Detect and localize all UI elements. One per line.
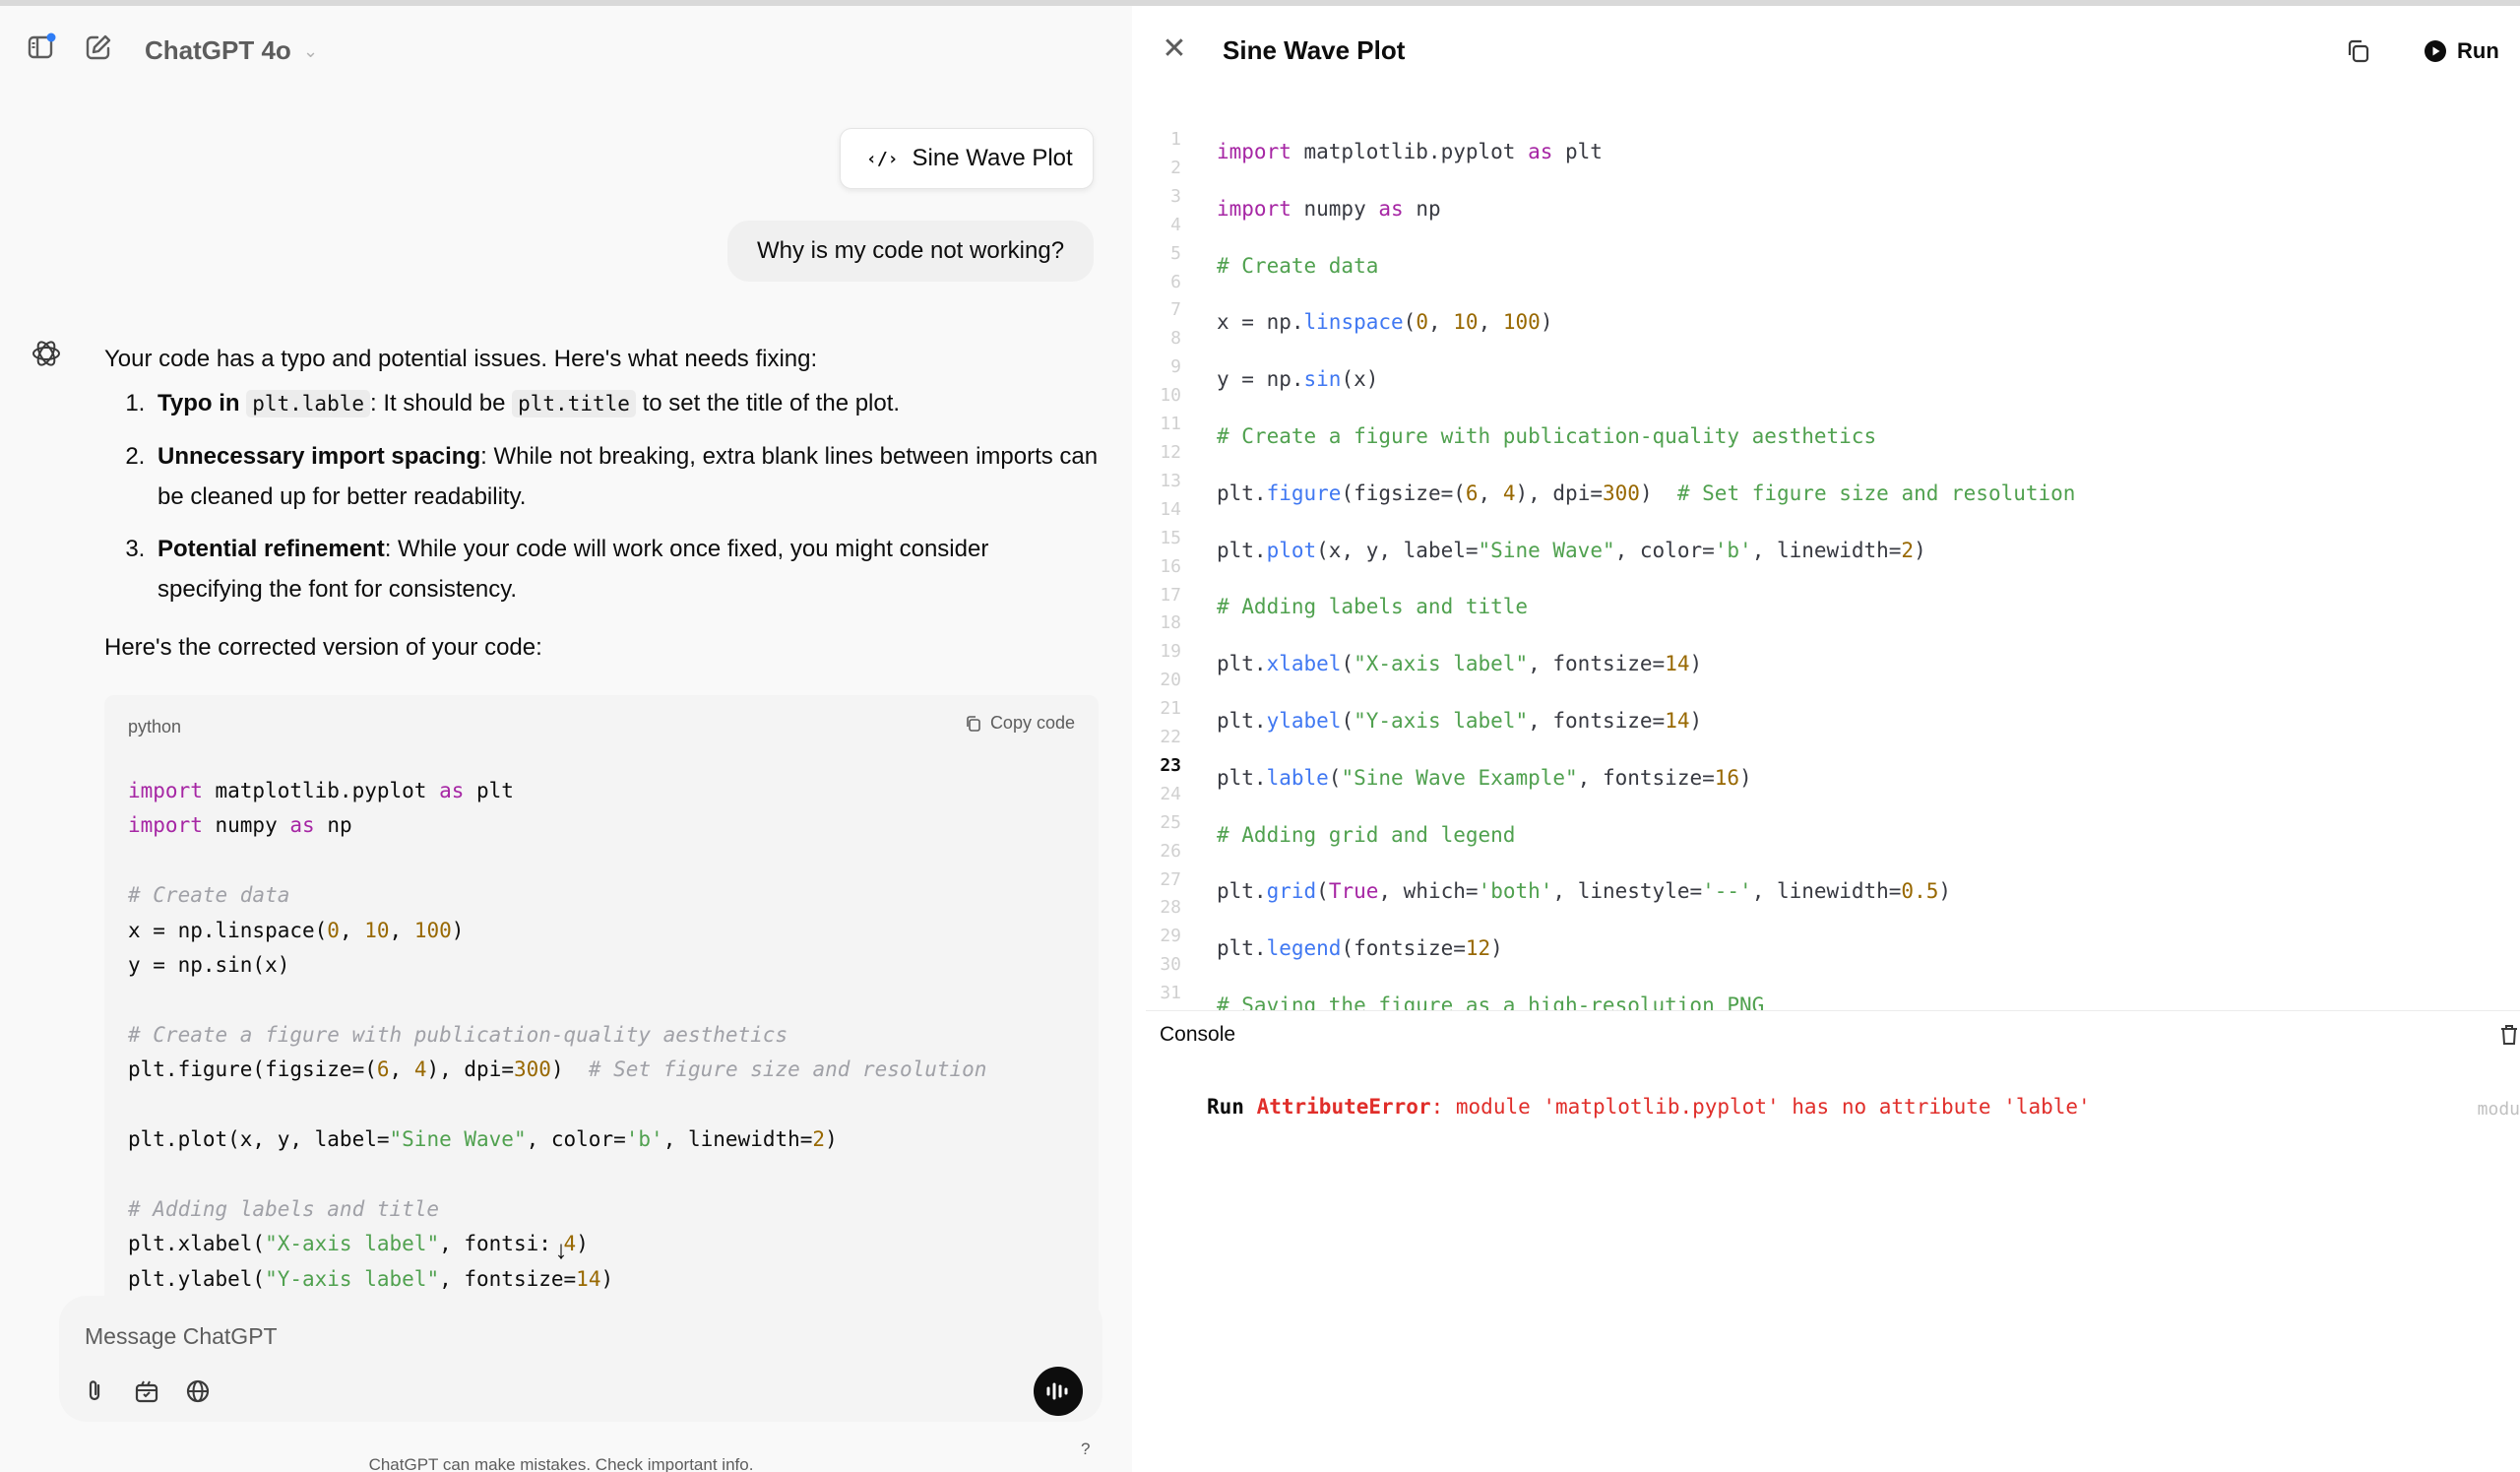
line-number: 24	[1160, 783, 1181, 804]
line-number: 19	[1160, 641, 1181, 663]
assistant-answer: Your code has a typo and potential issue…	[104, 339, 1099, 668]
canvas-chip[interactable]: ‹/› Sine Wave Plot	[840, 128, 1094, 189]
chevron-down-icon[interactable]: ⌄	[303, 41, 318, 62]
line-number: 15	[1160, 527, 1181, 548]
editor-content[interactable]: import matplotlib.pyplot as plt import n…	[1217, 124, 2075, 1010]
run-button[interactable]: Run	[2424, 33, 2499, 69]
line-number: 6	[1170, 271, 1181, 292]
disclaimer: ChatGPT can make mistakes. Check importa…	[368, 1455, 754, 1472]
console-label: Console	[1160, 1023, 1236, 1046]
fix-item: Typo in plt.lable: It should be plt.titl…	[152, 383, 1099, 424]
fix-item: Unnecessary import spacing: While not br…	[152, 436, 1099, 517]
copy-icon	[967, 715, 980, 732]
new-chat-icon[interactable]	[81, 30, 116, 65]
fix-item-text: to set the title of the plot.	[635, 390, 901, 416]
run-label: Run	[2457, 38, 2499, 63]
model-selector[interactable]: ChatGPT 4o	[145, 35, 291, 66]
message-composer[interactable]: Message ChatGPT	[59, 1296, 1102, 1422]
play-circle-icon	[2425, 40, 2446, 62]
inline-code: plt.lable	[246, 390, 371, 417]
line-number: 30	[1160, 954, 1181, 976]
trash-icon[interactable]	[2498, 1023, 2520, 1047]
fix-item-title: Potential refinement	[158, 536, 385, 562]
console-run-tag: Run	[1207, 1095, 1244, 1119]
close-icon[interactable]: ✕	[1158, 32, 1191, 65]
line-number: 8	[1170, 328, 1181, 350]
tools-icon[interactable]	[130, 1375, 163, 1408]
inline-code: plt.title	[512, 390, 636, 417]
line-number: 11	[1160, 414, 1181, 435]
line-number: 16	[1160, 555, 1181, 577]
line-number: 29	[1160, 926, 1181, 947]
fix-item: Potential refinement: While your code wi…	[152, 529, 1099, 609]
line-number-gutter: 1 2 3 4 5 6 7 8 9 10 11 12 13 14 15 16 17 18 19 20 21 22 23 24 2…	[1132, 126, 1181, 1010]
answer-intro: Your code has a typo and potential issue…	[104, 346, 818, 372]
line-number: 9	[1170, 356, 1181, 378]
line-number: 13	[1160, 470, 1181, 491]
corrected-intro: Here's the corrected version of your cod…	[104, 634, 542, 661]
help-button[interactable]: ?	[1081, 1440, 1090, 1459]
line-number: 21	[1160, 698, 1181, 720]
attach-icon[interactable]	[79, 1375, 112, 1408]
fix-list: Typo in plt.lable: It should be plt.titl…	[104, 383, 1099, 609]
line-number: 3	[1170, 185, 1181, 207]
line-number: 22	[1160, 727, 1181, 748]
fix-item-title: Unnecessary import spacing	[158, 443, 481, 470]
console-header: Console	[1146, 1010, 2520, 1058]
line-number: 1	[1170, 129, 1181, 150]
copy-code-button[interactable]: Copy code	[965, 713, 1075, 734]
message-input[interactable]: Message ChatGPT	[85, 1323, 278, 1350]
canvas-chip-label: Sine Wave Plot	[912, 145, 1073, 171]
line-number: 5	[1170, 242, 1181, 264]
line-number: 26	[1160, 840, 1181, 862]
error-message: : module 'matplotlib.pyplot' has no attr…	[1430, 1095, 2091, 1119]
chatgpt-logo-icon	[30, 337, 63, 370]
line-number: 7	[1170, 299, 1181, 321]
sidebar-toggle-icon[interactable]	[24, 30, 59, 65]
line-number: 2	[1170, 157, 1181, 178]
voice-mode-button[interactable]	[1034, 1367, 1083, 1416]
line-number: 18	[1160, 612, 1181, 634]
console-truncated-text: modu	[2477, 1099, 2520, 1120]
line-number: 4	[1170, 214, 1181, 235]
code-language: python	[128, 717, 182, 736]
line-number: 10	[1160, 385, 1181, 407]
code-content: import matplotlib.pyplot as plt import n…	[128, 779, 987, 1291]
line-number: 12	[1160, 441, 1181, 463]
waveform-icon	[1046, 1382, 1068, 1400]
user-message: Why is my code not working?	[727, 221, 1094, 282]
copy-code-label: Copy code	[989, 713, 1075, 733]
line-number: 27	[1160, 868, 1181, 890]
line-number: 14	[1160, 498, 1181, 520]
code-editor[interactable]: 1 2 3 4 5 6 7 8 9 10 11 12 13 14 15 16 17 18 19 20 21 22 23 24 2…	[1132, 104, 2520, 1010]
line-number: 25	[1160, 811, 1181, 833]
fix-item-title: Typo in	[158, 390, 240, 416]
copy-icon[interactable]	[2341, 33, 2376, 69]
line-number: 20	[1160, 670, 1181, 691]
error-type: AttributeError	[1256, 1095, 1431, 1119]
code-icon: ‹/›	[866, 148, 899, 169]
globe-icon[interactable]	[181, 1375, 215, 1408]
line-number: 28	[1160, 897, 1181, 919]
console-output: Run AttributeError: module 'matplotlib.p…	[1207, 1095, 2091, 1119]
line-number: 31	[1160, 983, 1181, 1004]
fix-item-text: : It should be	[370, 390, 513, 416]
code-block: python Copy code import matplotlib.pyplo…	[104, 695, 1099, 1345]
line-number: 17	[1160, 584, 1181, 606]
scroll-down-arrow-icon[interactable]: ↓	[544, 1233, 578, 1266]
current-line-number: 23	[1160, 754, 1181, 776]
chat-pane: ChatGPT 4o ⌄ ‹/› Sine Wave Plot Why is m…	[0, 6, 1132, 1472]
canvas-pane: ✕ Sine Wave Plot Run 1 2 3 4 5 6 7 8 9 10 11 12 13 14…	[1132, 6, 2520, 1472]
canvas-title: Sine Wave Plot	[1223, 35, 1406, 65]
